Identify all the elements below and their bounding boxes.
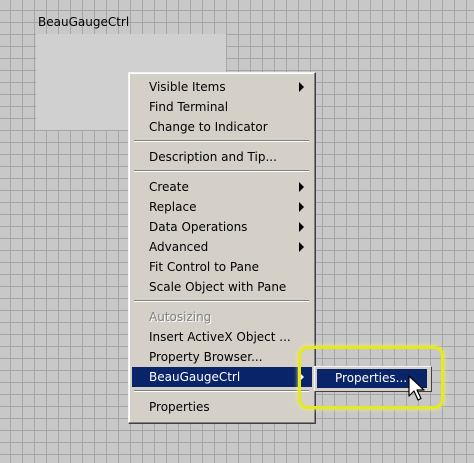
control-label: BeauGaugeCtrl (38, 15, 130, 29)
submenu-arrow-icon (299, 82, 304, 92)
menu-item-label: Find Terminal (149, 100, 229, 114)
menu-item-label: Properties (149, 400, 210, 414)
menu-item-replace[interactable]: Replace (132, 197, 312, 217)
arrow-cursor-icon (408, 375, 425, 401)
menu-item-label: Visible Items (149, 80, 226, 94)
menu-separator (134, 300, 309, 302)
menu-item-property-browser[interactable]: Property Browser... (132, 347, 312, 367)
menu-separator (134, 170, 309, 172)
menu-item-fit-control-to-pane[interactable]: Fit Control to Pane (132, 257, 312, 277)
menu-item-data-operations[interactable]: Data Operations (132, 217, 312, 237)
menu-item-advanced[interactable]: Advanced (132, 237, 312, 257)
menu-item-properties[interactable]: Properties (132, 397, 312, 417)
menu-item-change-to-indicator[interactable]: Change to Indicator (132, 117, 312, 137)
menu-item-label: Change to Indicator (149, 120, 268, 134)
menu-item-label: Insert ActiveX Object ... (149, 330, 291, 344)
menu-item-label: Fit Control to Pane (149, 260, 259, 274)
menu-item-label: Data Operations (149, 220, 248, 234)
menu-item-label: Description and Tip... (149, 150, 277, 164)
submenu-arrow-icon (299, 202, 304, 212)
menu-item-insert-activex-object[interactable]: Insert ActiveX Object ... (132, 327, 312, 347)
menu-item-autosizing: Autosizing (132, 307, 312, 327)
menu-separator (134, 140, 309, 142)
menu-item-create[interactable]: Create (132, 177, 312, 197)
menu-item-label: Advanced (149, 240, 209, 254)
menu-item-label: Scale Object with Pane (149, 280, 287, 294)
menu-item-visible-items[interactable]: Visible Items (132, 77, 312, 97)
menu-item-description-and-tip[interactable]: Description and Tip... (132, 147, 312, 167)
context-menu: Visible Items Find Terminal Change to In… (128, 72, 316, 424)
menu-item-label: Create (149, 180, 189, 194)
menu-separator (134, 390, 309, 392)
submenu-arrow-icon (299, 182, 304, 192)
menu-item-label: BeauGaugeCtrl (149, 370, 241, 384)
menu-item-find-terminal[interactable]: Find Terminal (132, 97, 312, 117)
menu-item-label: Property Browser... (149, 350, 263, 364)
menu-item-label: Replace (149, 200, 197, 214)
submenu-arrow-icon (299, 222, 304, 232)
menu-item-label: Autosizing (149, 310, 212, 324)
menu-item-beaugaugectrl[interactable]: BeauGaugeCtrl (132, 367, 312, 387)
menu-item-scale-object-with-pane[interactable]: Scale Object with Pane (132, 277, 312, 297)
submenu-arrow-icon (299, 242, 304, 252)
